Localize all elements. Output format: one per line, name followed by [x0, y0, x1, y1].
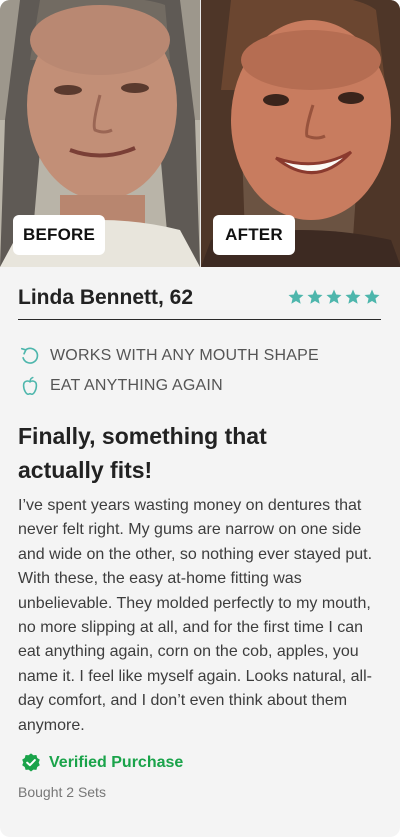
feature-label: EAT ANYTHING AGAIN	[50, 377, 223, 394]
star-icon	[288, 289, 304, 304]
star-icon	[345, 289, 361, 304]
review-card: BEFORE AFTER Linda Bennett, 62 WORKS WIT…	[0, 0, 400, 837]
feature-item: EAT ANYTHING AGAIN	[18, 371, 381, 401]
rotate-icon	[18, 344, 42, 368]
after-photo: AFTER	[200, 0, 400, 267]
before-label: BEFORE	[13, 215, 105, 255]
feature-item: WORKS WITH ANY MOUTH SHAPE	[18, 341, 381, 371]
star-rating	[287, 288, 381, 306]
feature-list: WORKS WITH ANY MOUTH SHAPE EAT ANYTHING …	[18, 341, 381, 401]
purchase-info: Bought 2 Sets	[18, 784, 106, 800]
before-photo: BEFORE	[0, 0, 200, 267]
review-body: I’ve spent years wasting money on dentur…	[18, 497, 373, 734]
star-icon	[326, 289, 342, 304]
star-icon	[364, 289, 380, 304]
star-icon	[307, 289, 323, 304]
verified-label: Verified Purchase	[49, 754, 184, 771]
verified-purchase: Verified Purchase	[20, 752, 183, 774]
review-title: Finally, something that actually fits!	[18, 423, 267, 483]
feature-label: WORKS WITH ANY MOUTH SHAPE	[50, 347, 319, 364]
after-label: AFTER	[213, 215, 295, 255]
reviewer-row: Linda Bennett, 62	[18, 283, 381, 320]
verified-check-icon	[22, 753, 40, 772]
reviewer-name: Linda Bennett, 62	[18, 286, 194, 309]
before-after-photos: BEFORE AFTER	[0, 0, 400, 267]
apple-icon	[18, 374, 42, 398]
